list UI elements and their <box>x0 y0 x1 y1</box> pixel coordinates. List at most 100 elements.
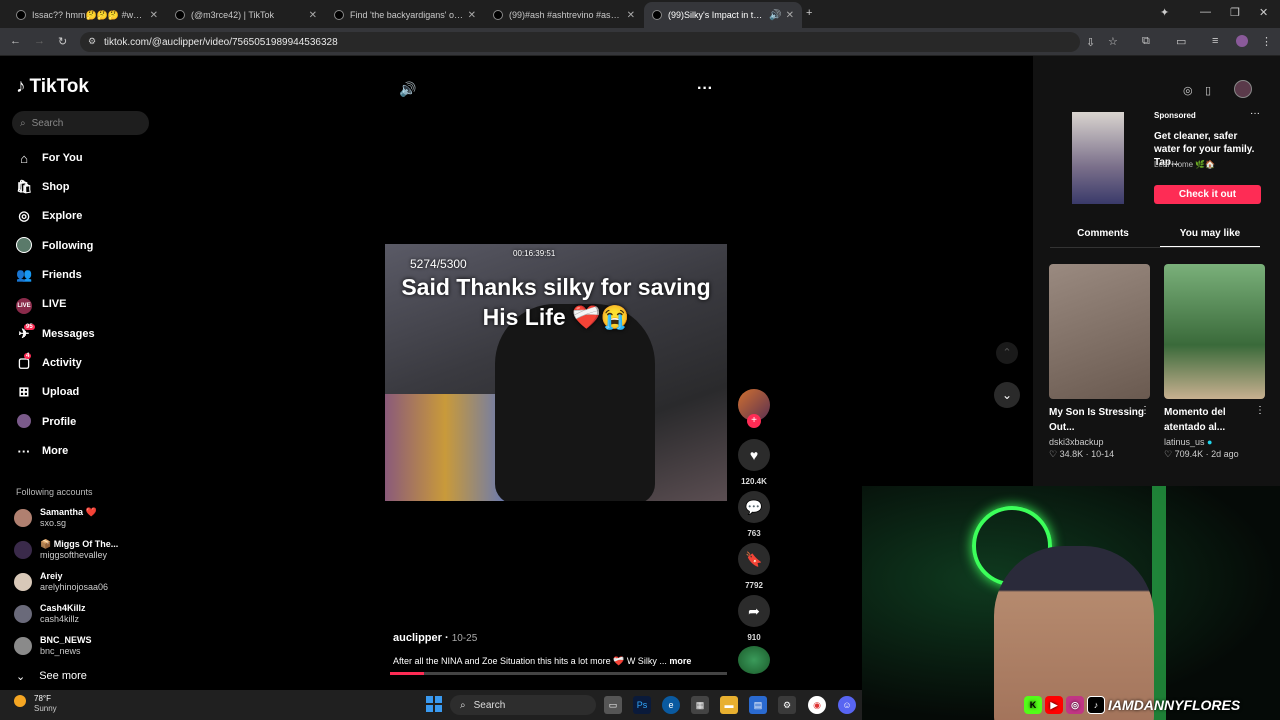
nav-following[interactable]: Following <box>16 235 93 257</box>
following-account[interactable]: 📦 Miggs Of The... miggsofthevalley <box>14 537 118 563</box>
browser-tab[interactable]: (99)#ash #ashtrevino #ashleytr ✕ <box>485 2 643 28</box>
profile-avatar[interactable] <box>1236 35 1248 47</box>
weather-widget[interactable]: 78°F Sunny <box>34 694 57 714</box>
like-button[interactable]: ♥ 120.4K <box>738 439 770 486</box>
app-icon[interactable]: ▤ <box>749 696 767 714</box>
tab-comments[interactable]: Comments <box>1053 228 1153 248</box>
close-tab-icon[interactable]: ✕ <box>627 10 635 21</box>
check-it-out-button[interactable]: Check it out <box>1154 185 1261 204</box>
chrome-menu-icon[interactable]: ⋮ <box>1261 35 1272 48</box>
nav-messages[interactable]: ✈ 95 Messages <box>16 323 95 345</box>
video-player[interactable]: 00:16:39:51 5274/5300 Said Thanks silky … <box>385 244 727 501</box>
settings-icon[interactable]: ⚙ <box>778 696 796 714</box>
following-account[interactable]: Areiy arelyhinojosaa06 <box>14 569 108 595</box>
close-tab-icon[interactable]: ✕ <box>468 10 476 21</box>
bookmark-icon: 🔖 <box>738 543 770 575</box>
weather-sun-icon[interactable] <box>14 695 26 707</box>
file-explorer-icon[interactable]: ▬ <box>720 696 738 714</box>
shop-icon: 🛍 <box>16 179 33 194</box>
card-menu-icon[interactable]: ⋮ <box>1255 405 1265 416</box>
ad-thumbnail[interactable] <box>1072 112 1124 204</box>
edge-icon[interactable]: e <box>662 696 680 714</box>
nav-for-you[interactable]: ⌂ For You <box>16 147 82 169</box>
previous-video-button[interactable]: ⌃ <box>996 342 1018 364</box>
extensions-icon[interactable]: ⧉ <box>1142 35 1150 48</box>
close-tab-icon[interactable]: ✕ <box>150 10 158 21</box>
tiktok-note-icon: ♪ <box>16 76 26 97</box>
ad-menu-icon[interactable]: ··· <box>1250 108 1260 119</box>
browser-tab-active[interactable]: (99)Silky's Impact in the Ni 🔊 ✕ <box>644 2 802 28</box>
nav-live[interactable]: LIVE LIVE <box>16 293 66 315</box>
recommended-video-card[interactable]: My Son Is Stressing Out... dski3xbackup … <box>1049 264 1150 460</box>
url-field[interactable]: ⚙ tiktok.com/@auclipper/video/7565051989… <box>80 32 1080 52</box>
close-tab-icon[interactable]: ✕ <box>309 10 317 21</box>
minimize-icon[interactable]: — <box>1200 6 1211 18</box>
browser-tab[interactable]: Issac?? hmm🤔🤔🤔 #wendyo ✕ <box>8 2 166 28</box>
discord-icon[interactable]: ☺ <box>838 696 856 714</box>
browser-tab[interactable]: (@m3rce42) | TikTok ✕ <box>167 2 325 28</box>
extensions-sparkle-icon[interactable]: ✦ <box>1160 6 1169 19</box>
nav-upload[interactable]: ⊞ Upload <box>16 381 80 403</box>
forward-icon[interactable]: → <box>34 35 45 47</box>
more-link[interactable]: more <box>669 656 691 666</box>
photoshop-icon[interactable]: Ps <box>633 696 651 714</box>
user-avatar[interactable] <box>1234 80 1252 98</box>
video-counter: 5274/5300 <box>410 257 467 271</box>
taskbar-search[interactable]: ⌕ Search <box>450 695 596 715</box>
browser-tab[interactable]: Find 'the backyardigans' on Tik ✕ <box>326 2 484 28</box>
maximize-icon[interactable]: ❐ <box>1230 6 1240 19</box>
nav-explore[interactable]: ◎ Explore <box>16 205 82 227</box>
following-account[interactable]: Samantha ❤️ sxo.sg <box>14 505 97 531</box>
heart-outline-icon: ♡ <box>1164 449 1175 459</box>
close-tab-icon[interactable]: ✕ <box>786 10 794 21</box>
new-tab-icon[interactable]: + <box>806 7 812 19</box>
following-account[interactable]: BNC_NEWS bnc_news <box>14 633 92 659</box>
comment-button[interactable]: 💬 763 <box>738 491 770 538</box>
nav-activity[interactable]: ▢ 4 Activity <box>16 352 82 374</box>
windows-start-icon[interactable] <box>426 696 442 712</box>
volume-icon[interactable]: 🔊 <box>399 81 416 98</box>
site-info-icon[interactable]: ⚙ <box>88 36 96 47</box>
search-input[interactable]: ⌕ Search <box>12 111 149 135</box>
device-icon[interactable]: ▯ <box>1205 84 1211 97</box>
store-icon[interactable]: ▦ <box>691 696 709 714</box>
tiktok-logo[interactable]: ♪ TikTok <box>16 76 89 98</box>
share-button[interactable]: ➦ 910 <box>738 595 770 642</box>
reload-icon[interactable]: ↻ <box>58 35 67 48</box>
speaker-icon[interactable]: 🔊 <box>769 10 781 21</box>
nav-profile[interactable]: Profile <box>16 411 76 433</box>
chrome-icon[interactable]: ◉ <box>808 696 826 714</box>
author-avatar-button[interactable]: + <box>738 389 770 428</box>
install-icon[interactable]: ⇩ <box>1086 36 1095 49</box>
tab-you-may-like[interactable]: You may like <box>1160 228 1260 248</box>
compass-icon[interactable]: ◎ <box>1183 84 1193 97</box>
search-icon: ⌕ <box>20 117 26 129</box>
video-person <box>495 304 655 501</box>
video-thumbnail <box>1164 264 1265 399</box>
next-video-button[interactable]: ⌄ <box>994 382 1020 408</box>
save-button[interactable]: 🔖 7792 <box>738 543 770 590</box>
see-more-button[interactable]: ⌄ See more <box>16 670 87 683</box>
verified-badge-icon: ● <box>1207 437 1213 447</box>
following-account[interactable]: Cash4Killz cash4killz <box>14 601 86 627</box>
messages-badge: 95 <box>24 324 35 330</box>
music-disc-icon[interactable] <box>738 646 770 674</box>
close-window-icon[interactable]: ✕ <box>1259 6 1268 19</box>
nav-more[interactable]: ··· More <box>16 440 69 462</box>
follow-plus-icon[interactable]: + <box>747 414 761 428</box>
back-icon[interactable]: ← <box>10 35 21 47</box>
video-menu-icon[interactable]: ··· <box>697 80 713 98</box>
video-author[interactable]: auclipper · 10-25 <box>393 632 477 644</box>
bookmark-star-icon[interactable]: ☆ <box>1108 35 1118 48</box>
nav-friends[interactable]: 👥 Friends <box>16 264 82 286</box>
media-icon[interactable]: ≡ <box>1212 35 1218 47</box>
task-view-icon[interactable]: ▭ <box>604 696 622 714</box>
tiktok-favicon <box>16 10 26 20</box>
recommended-video-card[interactable]: Momento del atentado al... latinus_us ● … <box>1164 264 1265 460</box>
nav-shop[interactable]: 🛍 Shop <box>16 176 70 198</box>
led-strip <box>1152 486 1166 720</box>
video-progress-bar[interactable] <box>390 672 727 675</box>
activity-badge: 4 <box>24 353 32 359</box>
sidepanel-icon[interactable]: ▭ <box>1176 35 1186 48</box>
card-menu-icon[interactable]: ⋮ <box>1140 405 1150 416</box>
